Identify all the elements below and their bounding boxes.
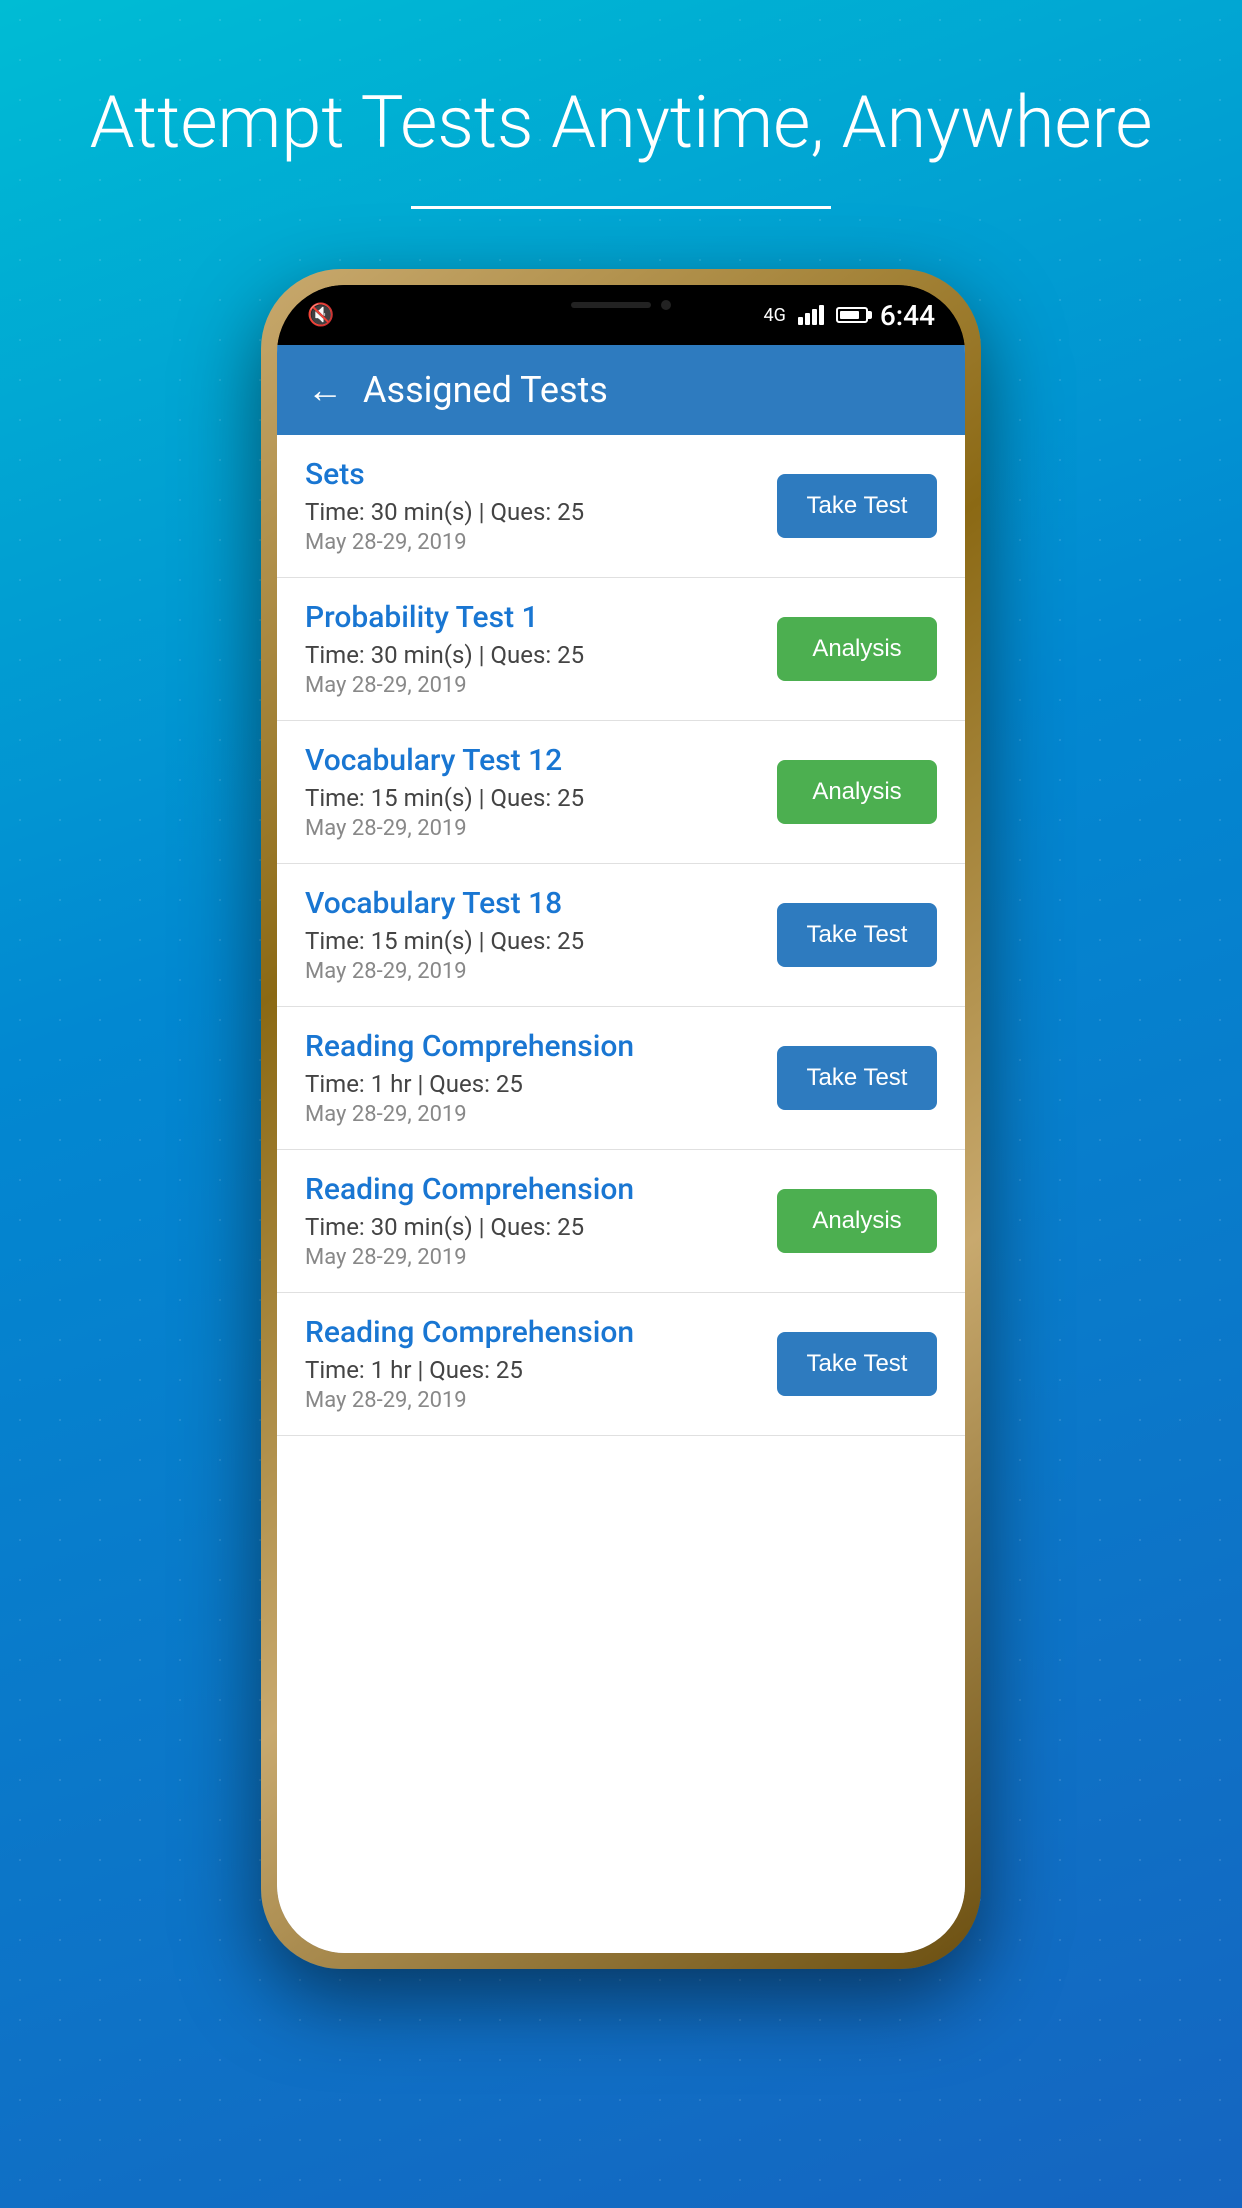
list-item: Reading Comprehension Time: 1 hr | Ques:… [277, 1293, 965, 1436]
test-details: Time: 15 min(s) | Ques: 25 [305, 927, 777, 955]
status-left: 🔇 [307, 303, 334, 328]
test-date: May 28-29, 2019 [305, 1245, 777, 1270]
phone-inner: 🔇 4G 6:44 ← Assigned Tests [277, 285, 965, 1953]
list-item: Reading Comprehension Time: 30 min(s) | … [277, 1150, 965, 1293]
test-name: Sets [305, 457, 777, 492]
list-item: Probability Test 1 Time: 30 min(s) | Que… [277, 578, 965, 721]
test-list[interactable]: Sets Time: 30 min(s) | Ques: 25 May 28-2… [277, 435, 965, 1953]
notch-dot [661, 300, 671, 310]
analysis-button[interactable]: Analysis [777, 760, 937, 824]
take-test-button[interactable]: Take Test [777, 474, 937, 538]
status-time: 6:44 [880, 299, 935, 332]
status-bar: 🔇 4G 6:44 [277, 285, 965, 345]
test-details: Time: 15 min(s) | Ques: 25 [305, 784, 777, 812]
test-date: May 28-29, 2019 [305, 959, 777, 984]
analysis-button[interactable]: Analysis [777, 617, 937, 681]
test-details: Time: 1 hr | Ques: 25 [305, 1356, 777, 1384]
test-info: Sets Time: 30 min(s) | Ques: 25 May 28-2… [305, 457, 777, 555]
test-details: Time: 30 min(s) | Ques: 25 [305, 641, 777, 669]
take-test-button[interactable]: Take Test [777, 1332, 937, 1396]
test-name: Reading Comprehension [305, 1029, 777, 1064]
test-info: Reading Comprehension Time: 1 hr | Ques:… [305, 1029, 777, 1127]
test-name: Probability Test 1 [305, 600, 777, 635]
test-details: Time: 1 hr | Ques: 25 [305, 1070, 777, 1098]
notch-bar [571, 302, 651, 308]
test-date: May 28-29, 2019 [305, 816, 777, 841]
hero-title: Attempt Tests Anytime, Anywhere [30, 80, 1213, 166]
battery-icon [836, 307, 868, 323]
test-date: May 28-29, 2019 [305, 1388, 777, 1413]
test-name: Vocabulary Test 18 [305, 886, 777, 921]
test-name: Vocabulary Test 12 [305, 743, 777, 778]
test-details: Time: 30 min(s) | Ques: 25 [305, 1213, 777, 1241]
network-label: 4G [763, 305, 785, 326]
test-name: Reading Comprehension [305, 1172, 777, 1207]
notch [521, 285, 721, 325]
test-info: Vocabulary Test 18 Time: 15 min(s) | Que… [305, 886, 777, 984]
signal-bars [798, 305, 824, 325]
list-item: Vocabulary Test 12 Time: 15 min(s) | Que… [277, 721, 965, 864]
test-info: Probability Test 1 Time: 30 min(s) | Que… [305, 600, 777, 698]
app-screen: ← Assigned Tests Sets Time: 30 min(s) | … [277, 345, 965, 1953]
take-test-button[interactable]: Take Test [777, 1046, 937, 1110]
hero-divider [411, 206, 831, 209]
status-right: 4G 6:44 [763, 299, 935, 332]
list-item: Vocabulary Test 18 Time: 15 min(s) | Que… [277, 864, 965, 1007]
analysis-button[interactable]: Analysis [777, 1189, 937, 1253]
back-button[interactable]: ← [307, 369, 343, 411]
phone-frame: 🔇 4G 6:44 ← Assigned Tests [261, 269, 981, 1969]
list-item: Reading Comprehension Time: 1 hr | Ques:… [277, 1007, 965, 1150]
test-name: Reading Comprehension [305, 1315, 777, 1350]
app-header: ← Assigned Tests [277, 345, 965, 435]
test-date: May 28-29, 2019 [305, 673, 777, 698]
page-title: Assigned Tests [363, 369, 608, 411]
battery-fill [840, 311, 859, 319]
test-info: Vocabulary Test 12 Time: 15 min(s) | Que… [305, 743, 777, 841]
take-test-button[interactable]: Take Test [777, 903, 937, 967]
test-info: Reading Comprehension Time: 30 min(s) | … [305, 1172, 777, 1270]
test-info: Reading Comprehension Time: 1 hr | Ques:… [305, 1315, 777, 1413]
list-item: Sets Time: 30 min(s) | Ques: 25 May 28-2… [277, 435, 965, 578]
test-details: Time: 30 min(s) | Ques: 25 [305, 498, 777, 526]
test-date: May 28-29, 2019 [305, 1102, 777, 1127]
mute-icon: 🔇 [307, 303, 334, 328]
test-date: May 28-29, 2019 [305, 530, 777, 555]
